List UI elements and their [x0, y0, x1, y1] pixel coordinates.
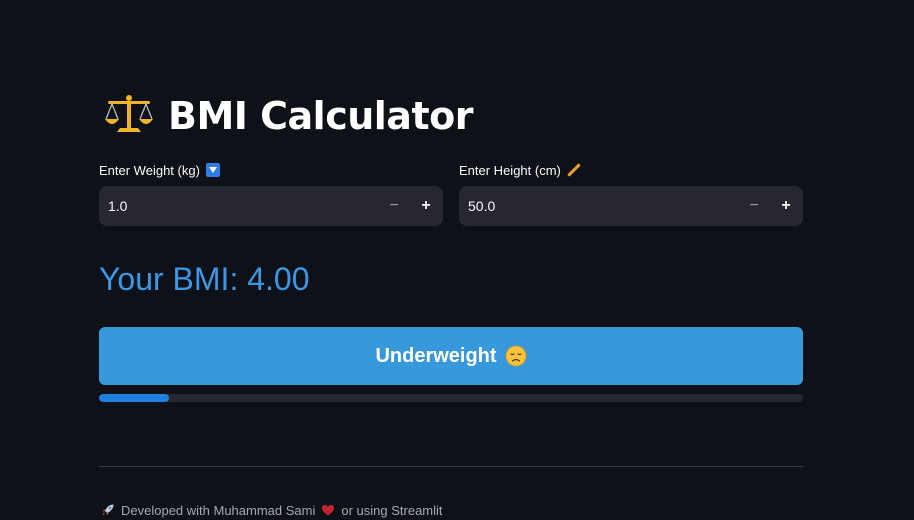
bmi-category-text: Underweight [375, 344, 497, 367]
title-text: BMI Calculator [168, 94, 473, 138]
weight-label-text: Enter Weight (kg) [99, 162, 200, 178]
page-title: BMI Calculator [104, 93, 473, 139]
down-arrow-badge-icon [205, 163, 220, 177]
weight-field: Enter Weight (kg) 1.0 − + [99, 160, 443, 226]
weight-number-input[interactable]: 1.0 − + [99, 186, 443, 226]
bmi-progress-fill [99, 394, 170, 402]
height-increment-button[interactable]: + [770, 186, 802, 226]
weight-increment-button[interactable]: + [410, 186, 442, 226]
height-label-text: Enter Height (cm) [459, 162, 561, 178]
divider [99, 466, 803, 467]
heart-icon [321, 503, 335, 517]
bmi-progress-bar [99, 394, 803, 402]
footer-text-before: Developed with Muhammad Sami [121, 502, 316, 518]
sad-face-icon [505, 345, 527, 367]
height-decrement-button[interactable]: − [738, 186, 770, 226]
rocket-icon [101, 503, 115, 517]
balance-scale-icon [104, 94, 154, 138]
height-input-value[interactable]: 50.0 [468, 198, 738, 214]
height-field: Enter Height (cm) 50.0 − + [459, 160, 803, 226]
bmi-category-banner: Underweight [99, 327, 803, 385]
weight-decrement-button[interactable]: − [378, 186, 410, 226]
footer: Developed with Muhammad Sami or using St… [101, 500, 443, 520]
weight-input-value[interactable]: 1.0 [108, 198, 378, 214]
height-number-input[interactable]: 50.0 − + [459, 186, 803, 226]
bmi-result: Your BMI: 4.00 [99, 261, 310, 297]
ruler-icon [567, 163, 581, 177]
footer-text-after: or using Streamlit [341, 502, 443, 518]
app-page: BMI Calculator Enter Weight (kg) 1.0 − +… [0, 0, 914, 520]
height-label: Enter Height (cm) [459, 160, 803, 180]
weight-label: Enter Weight (kg) [99, 160, 443, 180]
